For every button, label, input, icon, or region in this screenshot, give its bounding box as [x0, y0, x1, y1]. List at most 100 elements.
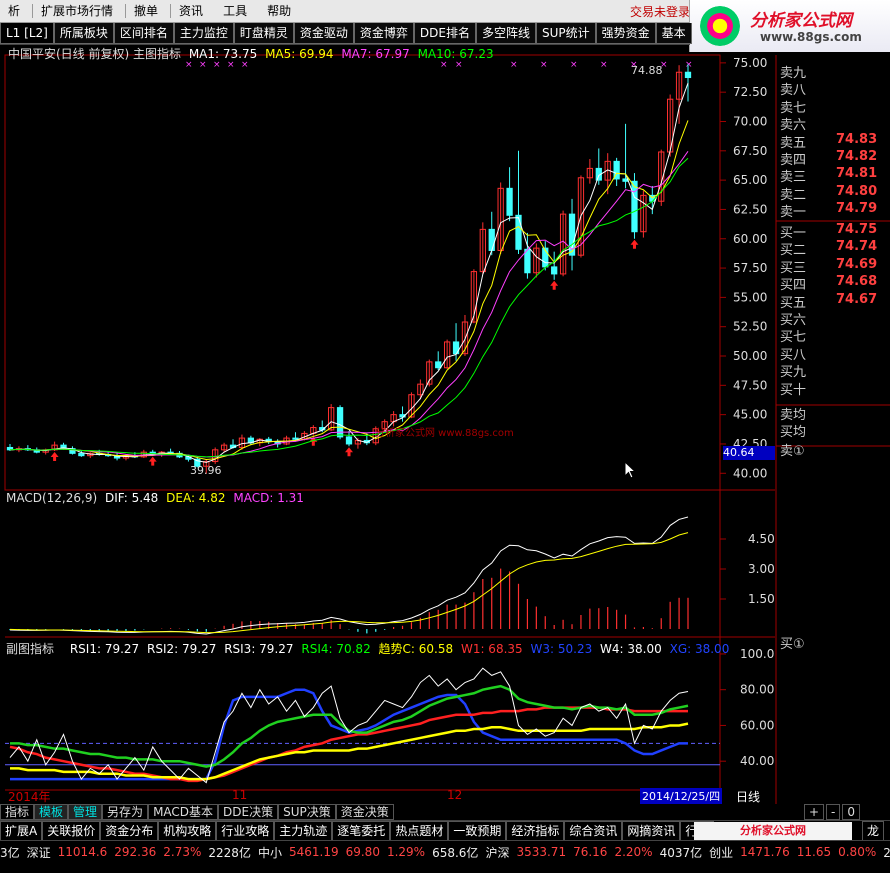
menu-item-news[interactable]: 资讯	[171, 0, 215, 22]
macd-indicator: 4.50 3.00 1.50	[9, 516, 775, 635]
current-price-tag: 40.64	[723, 446, 775, 460]
ask-row[interactable]: 卖二 74.80	[780, 184, 890, 203]
toolbar-button-fund-drive[interactable]: 资金驱动	[293, 23, 354, 44]
tab-industry-strategy[interactable]: 行业攻略	[216, 821, 275, 841]
tab-indicator[interactable]: 指标	[0, 804, 35, 820]
tab-web-digest[interactable]: 网摘资讯	[622, 821, 681, 841]
tab-institution-strategy[interactable]: 机构攻略	[158, 821, 217, 841]
bid-name: 买二	[780, 243, 807, 259]
bid-row[interactable]: 买三 74.69	[780, 256, 890, 276]
ask-name: 卖六	[780, 118, 807, 134]
bid-row[interactable]: 买五 74.67	[780, 292, 890, 311]
dea-label: DEA: 4.82	[166, 491, 226, 505]
tab-dde-decision[interactable]: DDE决策	[218, 804, 279, 820]
ticker-item: 76.16	[573, 845, 608, 859]
rsi-indicator: 100.0 80.00 60.00 40.00	[5, 647, 774, 784]
tab-dragon[interactable]: 龙	[861, 821, 884, 841]
ticker-item: 2228亿	[208, 845, 251, 860]
tab-save-as[interactable]: 另存为	[102, 804, 149, 820]
tab-extended-a[interactable]: 扩展A	[0, 821, 43, 841]
rsi-line	[9, 667, 689, 784]
w1-label: W1: 68.35	[460, 642, 523, 656]
tab-related-quotes[interactable]: 关联报价	[42, 821, 101, 841]
bid-row[interactable]: 买九	[780, 361, 890, 381]
tab-economic-indicators[interactable]: 经济指标	[506, 821, 565, 841]
bid-name: 买六	[780, 313, 807, 328]
bid-row[interactable]: 买八	[780, 344, 890, 363]
tab-sup-decision[interactable]: SUP决策	[278, 804, 336, 820]
level2-toggle[interactable]: L1 [L2]	[0, 23, 54, 44]
ask-row[interactable]: 卖三 74.81	[780, 166, 890, 185]
y-tick-label: 62.50	[733, 202, 767, 216]
buy-signal-arrow-icon	[148, 456, 157, 466]
ask-row[interactable]: 卖五 74.83	[780, 132, 890, 151]
candle-down	[551, 266, 558, 275]
menu-item-help[interactable]: 帮助	[259, 0, 303, 22]
ma7-line	[9, 151, 689, 458]
tab-template[interactable]: 模板	[34, 804, 69, 820]
tab-hot-topics[interactable]: 热点题材	[390, 821, 449, 841]
ticker-item: 289.1亿	[883, 845, 890, 860]
ask-row[interactable]: 卖九	[780, 62, 890, 81]
ticker-item: 292.36	[114, 845, 157, 859]
toolbar-button-sup-stats[interactable]: SUP统计	[536, 23, 596, 44]
toolbar-button-strong-funds[interactable]: 强势资金	[595, 23, 656, 44]
tab-fund-distribution[interactable]: 资金分布	[100, 821, 159, 841]
zoom-out-button[interactable]: -	[826, 804, 841, 820]
ask-row[interactable]: 卖七	[780, 97, 890, 116]
menu-item-extended-market[interactable]: 扩展市场行情	[33, 0, 125, 22]
zoom-in-button[interactable]: +	[803, 804, 825, 820]
avg-buy-label: 买均	[780, 425, 807, 440]
menu-item-cancel-order[interactable]: 撤单	[126, 0, 170, 22]
tab-general-news[interactable]: 综合资讯	[564, 821, 623, 841]
toolbar-button-long-short[interactable]: 多空阵线	[476, 23, 537, 44]
toolbar-button-sector[interactable]: 所属板块	[53, 23, 114, 44]
candle-down	[488, 228, 495, 251]
trend-c-label: 趋势C: 60.58	[378, 642, 454, 656]
trade-login-status[interactable]: 交易未登录	[630, 3, 690, 20]
bid-name: 买九	[780, 365, 807, 381]
bid-row[interactable]: 买七	[780, 326, 890, 345]
ticker-item: 69.80	[345, 845, 380, 859]
toolbar-button-main-monitor[interactable]: 主力监控	[173, 23, 234, 44]
ticker-item: 3533.71	[516, 845, 567, 859]
toolbar-button-fund-game[interactable]: 资金博弈	[353, 23, 414, 44]
tab-macd-basic[interactable]: MACD基本	[148, 804, 219, 820]
toolbar-button-watch-genie[interactable]: 盯盘精灵	[233, 23, 294, 44]
toolbar-button-fundamentals[interactable]: 基本	[655, 23, 692, 44]
tab-manage[interactable]: 管理	[68, 804, 103, 820]
toolbar-button-dde-rank[interactable]: DDE排名	[413, 23, 476, 44]
bid-row[interactable]: 买六	[780, 309, 890, 328]
logo-url: www.88gs.com	[760, 30, 862, 44]
tab-tick-orders[interactable]: 逐笔委托	[332, 821, 391, 841]
reset-zoom-button[interactable]: 0	[842, 804, 860, 820]
w4-label: W4: 38.00	[600, 642, 662, 656]
bid-price: 74.74	[836, 239, 878, 255]
menu-item-analysis[interactable]: 析	[0, 0, 32, 22]
y-tick-label: 45.00	[733, 408, 767, 422]
tab-main-track[interactable]: 主力轨迹	[274, 821, 333, 841]
buy1-marker: 买①	[780, 637, 805, 652]
tab-consensus[interactable]: 一致预期	[448, 821, 507, 841]
ask-row[interactable]: 卖八	[780, 79, 890, 98]
bid-price: 74.69	[836, 256, 878, 272]
bid-row[interactable]: 买四 74.68	[780, 274, 890, 293]
rsi-tick-label: 40.00	[740, 754, 774, 768]
tab-fund-decision[interactable]: 资金决策	[335, 804, 394, 820]
ask-row[interactable]: 卖一 74.79	[780, 201, 890, 220]
period-label[interactable]: 日线	[736, 788, 760, 805]
ask-row[interactable]: 卖四 74.82	[780, 149, 890, 168]
ma10-label: MA10: 67.23	[417, 47, 494, 61]
x-label-dec: 12	[447, 788, 463, 802]
macd-title: MACD(12,26,9)	[6, 491, 98, 505]
low-price-label: 39.96	[190, 464, 222, 477]
bid-row[interactable]: 买十	[780, 379, 890, 398]
ask-name: 卖二	[780, 187, 807, 203]
ask-row[interactable]: 卖六	[780, 114, 890, 134]
toolbar-button-range-rank[interactable]: 区间排名	[113, 23, 174, 44]
candle-down	[515, 214, 522, 250]
bid-row[interactable]: 买二 74.74	[780, 239, 890, 259]
bid-row[interactable]: 买一 74.75	[780, 222, 890, 241]
function-toolbar: L1 [L2] 所属板块 区间排名 主力监控 盯盘精灵 资金驱动 资金博弈 DD…	[0, 23, 692, 45]
menu-item-tools[interactable]: 工具	[215, 0, 259, 22]
